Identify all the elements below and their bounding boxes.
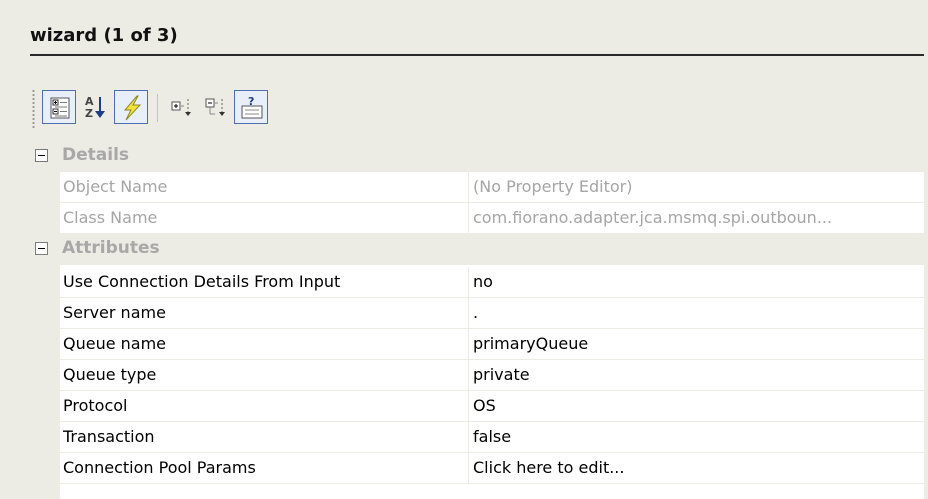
property-name: Queue type: [63, 365, 157, 384]
svg-text:?: ?: [248, 95, 254, 108]
categorized-icon: [50, 97, 70, 119]
svg-text:Z: Z: [85, 107, 93, 120]
property-panel: wizard (1 of 3) A Z ? Details Object Nam…: [0, 0, 928, 499]
property-name: Protocol: [63, 396, 128, 415]
property-name: Transaction: [63, 427, 155, 446]
property-row-server-name[interactable]: Server name .: [60, 298, 924, 329]
help-view-button[interactable]: ?: [234, 90, 268, 124]
property-row-object-name[interactable]: Object Name (No Property Editor): [60, 172, 924, 203]
property-name: Server name: [63, 303, 166, 322]
property-name: Queue name: [63, 334, 167, 353]
property-value[interactable]: .: [473, 303, 478, 322]
property-toolbar: A Z ?: [30, 84, 390, 136]
property-value: (No Property Editor): [473, 177, 633, 196]
collapse-icon: [205, 98, 225, 116]
property-value[interactable]: private: [473, 365, 530, 384]
property-row-class-name[interactable]: Class Name com.fiorano.adapter.jca.msmq.…: [60, 203, 924, 234]
events-view-button[interactable]: [114, 90, 148, 124]
property-row-connection-pool-params[interactable]: Connection Pool Params Click here to edi…: [60, 453, 924, 484]
property-value[interactable]: Click here to edit...: [473, 458, 624, 477]
property-row-queue-name[interactable]: Queue name primaryQueue: [60, 329, 924, 360]
property-name: Connection Pool Params: [63, 458, 256, 477]
property-row-queue-type[interactable]: Queue type private: [60, 360, 924, 391]
sort-az-icon: A Z: [85, 95, 105, 120]
property-row-use-connection-details[interactable]: Use Connection Details From Input no: [60, 267, 924, 298]
category-label: Details: [62, 145, 130, 165]
lightning-icon: [123, 95, 142, 121]
collapse-all-button[interactable]: [198, 90, 232, 124]
category-attributes[interactable]: Attributes: [30, 234, 924, 265]
expand-all-button[interactable]: [164, 90, 198, 124]
property-value[interactable]: OS: [473, 396, 496, 415]
collapse-toggle-icon[interactable]: [35, 149, 48, 162]
toolbar-separator: [157, 94, 158, 122]
property-value[interactable]: primaryQueue: [473, 334, 588, 353]
property-value: com.fiorano.adapter.jca.msmq.spi.outboun…: [473, 208, 833, 227]
toolbar-grip[interactable]: [32, 89, 35, 129]
property-name: Use Connection Details From Input: [63, 272, 341, 291]
category-details[interactable]: Details: [30, 141, 924, 172]
property-row-protocol[interactable]: Protocol OS: [60, 391, 924, 422]
property-grid: Details Object Name (No Property Editor)…: [30, 141, 924, 499]
property-value[interactable]: false: [473, 427, 511, 446]
property-name: Class Name: [63, 208, 158, 227]
category-label: Attributes: [62, 238, 160, 258]
help-description-icon: ?: [241, 95, 263, 119]
expand-icon: [171, 99, 191, 116]
collapse-toggle-icon[interactable]: [35, 242, 48, 255]
panel-title: wizard (1 of 3): [30, 25, 178, 46]
property-value[interactable]: no: [473, 272, 493, 291]
panel-header: wizard (1 of 3): [30, 20, 924, 56]
alphabetical-view-button[interactable]: A Z: [78, 90, 112, 124]
property-row-transaction[interactable]: Transaction false: [60, 422, 924, 453]
grid-gutter: [30, 141, 60, 499]
property-name: Object Name: [63, 177, 168, 196]
categorized-view-button[interactable]: [42, 90, 76, 124]
